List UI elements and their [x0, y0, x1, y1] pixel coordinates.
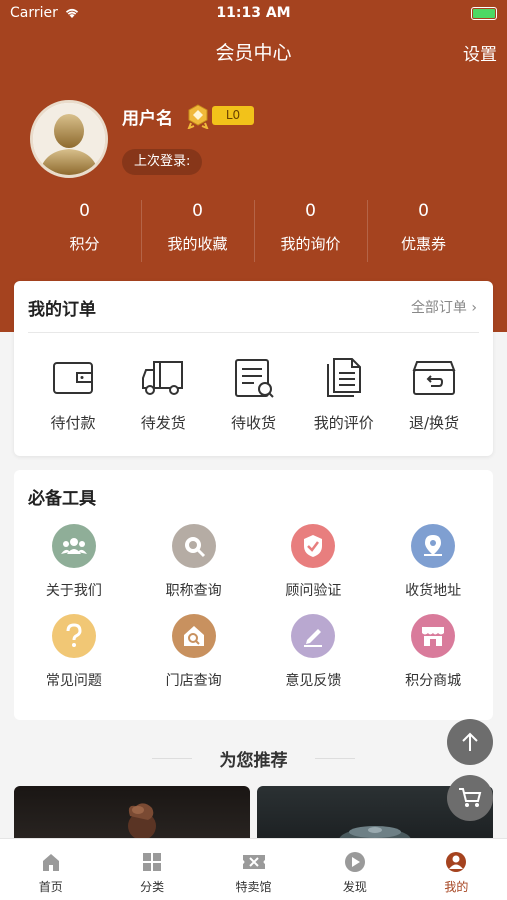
- teapot-image: [128, 803, 156, 840]
- order-label: 待付款: [50, 414, 96, 432]
- divider: [28, 332, 479, 333]
- stat-favorites[interactable]: 0 我的收藏: [141, 198, 254, 262]
- truck-icon: [142, 361, 184, 395]
- return-box-icon: [412, 361, 456, 395]
- tab-label: 首页: [38, 880, 63, 894]
- order-pending-payment[interactable]: 待付款: [28, 357, 118, 433]
- divider: [315, 758, 355, 759]
- status-bar: Carrier 11:13 AM: [0, 0, 507, 28]
- tool-points-mall[interactable]: 积分商城: [373, 614, 493, 690]
- tool-label: 积分商城: [405, 673, 462, 689]
- last-login-label: 上次登录:: [122, 149, 203, 175]
- tab-category[interactable]: 分类: [101, 839, 202, 900]
- orders-title: 我的订单: [28, 300, 96, 320]
- cart-button[interactable]: [447, 775, 493, 821]
- tool-label: 关于我们: [45, 583, 102, 599]
- order-label: 退/换货: [408, 414, 460, 432]
- battery-icon: [471, 7, 497, 20]
- stat-coupons[interactable]: 0 优惠券: [367, 198, 480, 262]
- tab-discover[interactable]: 发现: [304, 839, 405, 900]
- stat-value: 0: [192, 201, 203, 221]
- rank-medal-icon: [187, 104, 209, 129]
- stat-label: 我的收藏: [167, 235, 228, 253]
- group-icon: [51, 524, 96, 568]
- order-label: 我的评价: [313, 414, 374, 432]
- settings-button[interactable]: 设置: [463, 40, 497, 65]
- avatar-silhouette-icon: [33, 103, 105, 175]
- username: 用户名: [122, 109, 173, 129]
- tab-label: 我的: [444, 880, 469, 894]
- tool-store-query[interactable]: 门店查询: [134, 614, 254, 690]
- recommend-title: 为您推荐: [219, 751, 288, 771]
- stat-label: 积分: [69, 235, 100, 253]
- stat-value: 0: [305, 201, 316, 221]
- level-badge: L0: [212, 106, 254, 125]
- arrow-up-icon: [462, 732, 478, 751]
- order-status-row: 待付款 待发货 待收货 我的评价 退/换货: [28, 357, 479, 433]
- tool-label: 门店查询: [165, 673, 222, 689]
- order-label: 待收货: [230, 414, 276, 432]
- stat-inquiries[interactable]: 0 我的询价: [254, 198, 367, 262]
- question-icon: [51, 614, 96, 658]
- product-card-image[interactable]: [14, 786, 250, 846]
- tool-feedback[interactable]: 意见反馈: [254, 614, 374, 690]
- stat-label: 优惠券: [400, 235, 446, 253]
- tool-label: 顾问验证: [285, 583, 342, 599]
- tools-title: 必备工具: [28, 489, 96, 509]
- wallet-icon: [53, 362, 93, 394]
- tools-grid: 关于我们 职称查询 顾问验证 收货地址 常见问题 门店查询 意见反馈 积分商城: [14, 524, 493, 690]
- order-pending-shipment[interactable]: 待发货: [118, 357, 208, 433]
- search-icon: [171, 524, 216, 568]
- shop-icon: [411, 614, 456, 658]
- order-my-reviews[interactable]: 我的评价: [299, 357, 389, 433]
- tool-advisor-verify[interactable]: 顾问验证: [254, 524, 374, 600]
- stat-value: 0: [418, 201, 429, 221]
- home-icon: [42, 854, 59, 871]
- order-pending-receipt[interactable]: 待收货: [209, 357, 299, 433]
- user-icon: [446, 852, 467, 872]
- store-search-icon: [171, 614, 216, 658]
- document-icon: [326, 358, 361, 397]
- tab-label: 分类: [140, 880, 165, 894]
- stat-value: 0: [79, 201, 90, 221]
- order-label: 待发货: [140, 414, 186, 432]
- page-title: 会员中心: [215, 42, 292, 64]
- sale-icon: [242, 855, 265, 869]
- shield-check-icon: [291, 524, 336, 568]
- tool-label: 意见反馈: [285, 673, 342, 689]
- tab-mine[interactable]: 我的: [406, 839, 507, 900]
- tab-home[interactable]: 首页: [0, 839, 101, 900]
- avatar[interactable]: [30, 100, 108, 178]
- play-icon: [344, 852, 365, 872]
- tab-sale[interactable]: 特卖馆: [203, 839, 304, 900]
- tool-title-query[interactable]: 职称查询: [134, 524, 254, 600]
- tab-label: 特卖馆: [235, 880, 272, 894]
- order-returns[interactable]: 退/换货: [389, 357, 479, 433]
- all-orders-link[interactable]: 全部订单 ›: [411, 297, 477, 317]
- stats-row: 0 积分 0 我的收藏 0 我的询价 0 优惠券: [28, 198, 480, 262]
- tools-card: 必备工具 关于我们 职称查询 顾问验证 收货地址 常见问题 门店查询 意见反馈 …: [14, 470, 493, 720]
- cart-icon: [459, 788, 482, 807]
- stat-points[interactable]: 0 积分: [28, 198, 141, 262]
- tool-faq[interactable]: 常见问题: [14, 614, 134, 690]
- tool-about-us[interactable]: 关于我们: [14, 524, 134, 600]
- pencil-icon: [291, 614, 336, 658]
- tool-label: 职称查询: [165, 583, 222, 599]
- category-icon: [143, 853, 162, 871]
- status-time: 11:13 AM: [216, 5, 291, 21]
- tool-label: 收货地址: [405, 583, 462, 599]
- stat-label: 我的询价: [280, 235, 341, 253]
- tab-label: 发现: [342, 880, 367, 894]
- tab-bar: 首页 分类 特卖馆 发现 我的: [0, 838, 507, 900]
- tool-shipping-address[interactable]: 收货地址: [373, 524, 493, 600]
- scroll-top-button[interactable]: [447, 719, 493, 765]
- orders-card: 我的订单 全部订单 › 待付款 待发货 待收货 我的评价 退/换货: [14, 281, 493, 456]
- location-icon: [411, 524, 456, 568]
- tool-label: 常见问题: [45, 673, 102, 689]
- receipt-icon: [234, 359, 274, 398]
